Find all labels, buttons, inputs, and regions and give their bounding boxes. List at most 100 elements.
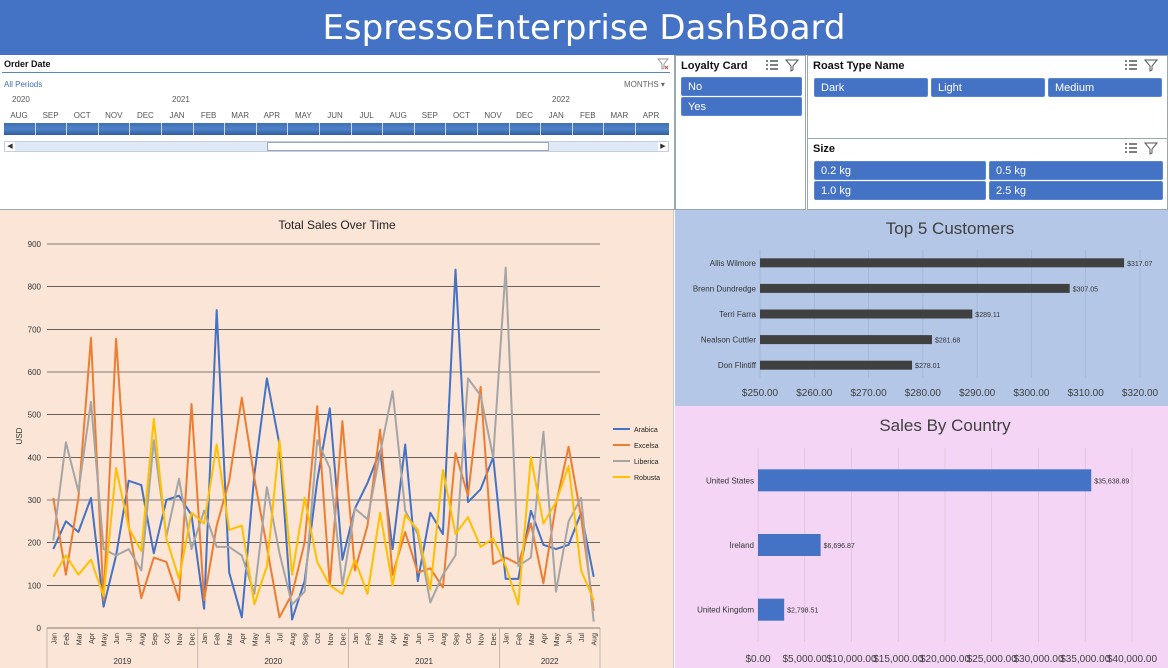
slicer-option[interactable]: Light xyxy=(931,78,1045,97)
slicer-option[interactable]: Yes xyxy=(681,97,802,116)
timeline-month[interactable]: MAR xyxy=(604,111,634,120)
bar xyxy=(760,309,973,319)
category-label: Brenn Dundredge xyxy=(693,284,757,293)
x-tick-label: Dec xyxy=(190,633,197,646)
bar xyxy=(758,534,821,556)
clear-filter-icon[interactable] xyxy=(1144,59,1158,72)
timeline-selection-bar[interactable] xyxy=(4,123,669,135)
multi-select-icon[interactable] xyxy=(1124,59,1138,72)
timeline-month[interactable]: AUG xyxy=(383,111,413,120)
timeline-year: 2020 xyxy=(12,95,30,104)
timeline-month[interactable]: APR xyxy=(257,111,287,120)
x-tick-label: $290.00 xyxy=(959,388,996,399)
order-date-timeline[interactable]: Order Date All Periods MONTHS ▾ 2020 202… xyxy=(0,55,675,210)
timeline-month[interactable]: FEB xyxy=(194,111,224,120)
x-tick-label: Jul xyxy=(428,633,435,642)
multi-select-icon[interactable] xyxy=(1124,142,1138,155)
x-tick-label: Sep xyxy=(152,633,159,646)
multi-select-icon[interactable] xyxy=(765,59,779,72)
slicer-title: Loyalty Card xyxy=(681,60,748,72)
scroll-thumb[interactable] xyxy=(267,142,549,151)
dashboard-title: EspressoEnterprise DashBoard xyxy=(322,7,846,48)
slicer-option[interactable]: Dark xyxy=(814,78,928,97)
time-level-label: MONTHS xyxy=(624,80,659,89)
timeline-month[interactable]: DEC xyxy=(510,111,540,120)
x-tick-label: Jul xyxy=(278,633,285,642)
slicer-option[interactable]: No xyxy=(681,77,802,96)
timeline-month[interactable]: NOV xyxy=(478,111,508,120)
timeline-month[interactable]: SEP xyxy=(36,111,66,120)
timeline-month[interactable]: JUL xyxy=(352,111,382,120)
x-tick-label: Nov xyxy=(177,633,184,646)
x-tick-label: $250.00 xyxy=(742,388,779,399)
timeline-month[interactable]: OCT xyxy=(446,111,476,120)
legend-label: Arabica xyxy=(634,427,658,434)
timeline-tick xyxy=(603,123,605,135)
clear-filter-icon[interactable] xyxy=(657,58,669,70)
x-tick-label: $15,000.00 xyxy=(873,654,923,665)
timeline-year: 2022 xyxy=(552,95,570,104)
timeline-month[interactable]: MAR xyxy=(225,111,255,120)
y-tick-label: 800 xyxy=(28,283,42,292)
timeline-month[interactable]: FEB xyxy=(573,111,603,120)
time-level-dropdown[interactable]: MONTHS ▾ xyxy=(624,80,665,89)
x-tick-label: Jun xyxy=(265,633,272,644)
timeline-tick xyxy=(445,123,447,135)
x-tick-label: Oct xyxy=(315,633,322,644)
slicer-option[interactable]: 0.5 kg xyxy=(989,161,1163,180)
data-label: $281.68 xyxy=(935,338,960,345)
timeline-tick xyxy=(508,123,510,135)
chart-title: Total Sales Over Time xyxy=(278,218,396,232)
year-label: 2020 xyxy=(264,657,282,666)
timeline-month[interactable]: APR xyxy=(636,111,666,120)
timeline-month[interactable]: SEP xyxy=(415,111,445,120)
x-tick-label: Aug xyxy=(139,633,146,646)
clear-filter-icon[interactable] xyxy=(785,59,799,72)
x-tick-label: Jan xyxy=(353,633,360,644)
x-tick-label: Oct xyxy=(466,633,473,644)
timeline-tick xyxy=(319,123,320,135)
x-tick-label: $280.00 xyxy=(905,388,942,399)
total-sales-chart-panel: Total Sales Over Time 0 100 200 300 400 500 600… xyxy=(0,210,674,668)
slicer-option[interactable]: 0.2 kg xyxy=(814,161,986,180)
timeline-month[interactable]: MAY xyxy=(288,111,318,120)
data-label: $2,798.51 xyxy=(787,608,818,615)
timeline-tick xyxy=(224,123,226,135)
timeline-month[interactable]: JAN xyxy=(541,111,571,120)
timeline-month[interactable]: AUG xyxy=(4,111,34,120)
x-tick-label: Sep xyxy=(303,633,310,646)
timeline-scrollbar[interactable]: ◀ ▶ xyxy=(4,141,669,152)
x-tick-label: May xyxy=(252,633,259,647)
x-tick-label: $270.00 xyxy=(850,388,887,399)
clear-filter-icon[interactable] xyxy=(1144,142,1158,155)
slicer-option[interactable]: 2.5 kg xyxy=(989,181,1163,200)
timeline-tick xyxy=(477,123,478,135)
timeline-month[interactable]: JAN xyxy=(162,111,192,120)
timeline-month[interactable]: OCT xyxy=(67,111,97,120)
year-label: 2021 xyxy=(415,657,433,666)
timeline-tick xyxy=(635,123,636,135)
category-label: Allis Wilmore xyxy=(710,259,757,268)
legend-label: Liberica xyxy=(634,459,659,466)
timeline-month[interactable]: NOV xyxy=(99,111,129,120)
scroll-right-icon[interactable]: ▶ xyxy=(658,142,668,151)
timeline-tick xyxy=(129,123,131,135)
scroll-left-icon[interactable]: ◀ xyxy=(5,142,15,151)
data-label: $35,638.89 xyxy=(1094,478,1129,485)
timeline-month[interactable]: DEC xyxy=(130,111,160,120)
roast-type-slicer: Roast Type Name Dark Light Medium xyxy=(807,55,1168,139)
timeline-tick xyxy=(192,123,194,135)
timeline-divider xyxy=(2,72,670,73)
x-tick-label: $5,000.00 xyxy=(783,654,828,665)
category-label: Nealson Cuttler xyxy=(701,336,756,345)
slicer-option[interactable]: 1.0 kg xyxy=(814,181,986,200)
timeline-month[interactable]: JUN xyxy=(320,111,350,120)
x-tick-label: Nov xyxy=(479,633,486,646)
category-label: Don Flintiff xyxy=(718,361,757,370)
x-tick-label: Feb xyxy=(215,633,222,645)
slicer-option[interactable]: Medium xyxy=(1048,78,1162,97)
size-slicer: Size 0.2 kg 0.5 kg 1.0 kg 2.5 kg xyxy=(807,138,1168,210)
x-tick-label: $25,000.00 xyxy=(967,654,1017,665)
bar xyxy=(760,283,1070,293)
y-tick-label: 900 xyxy=(28,240,42,249)
